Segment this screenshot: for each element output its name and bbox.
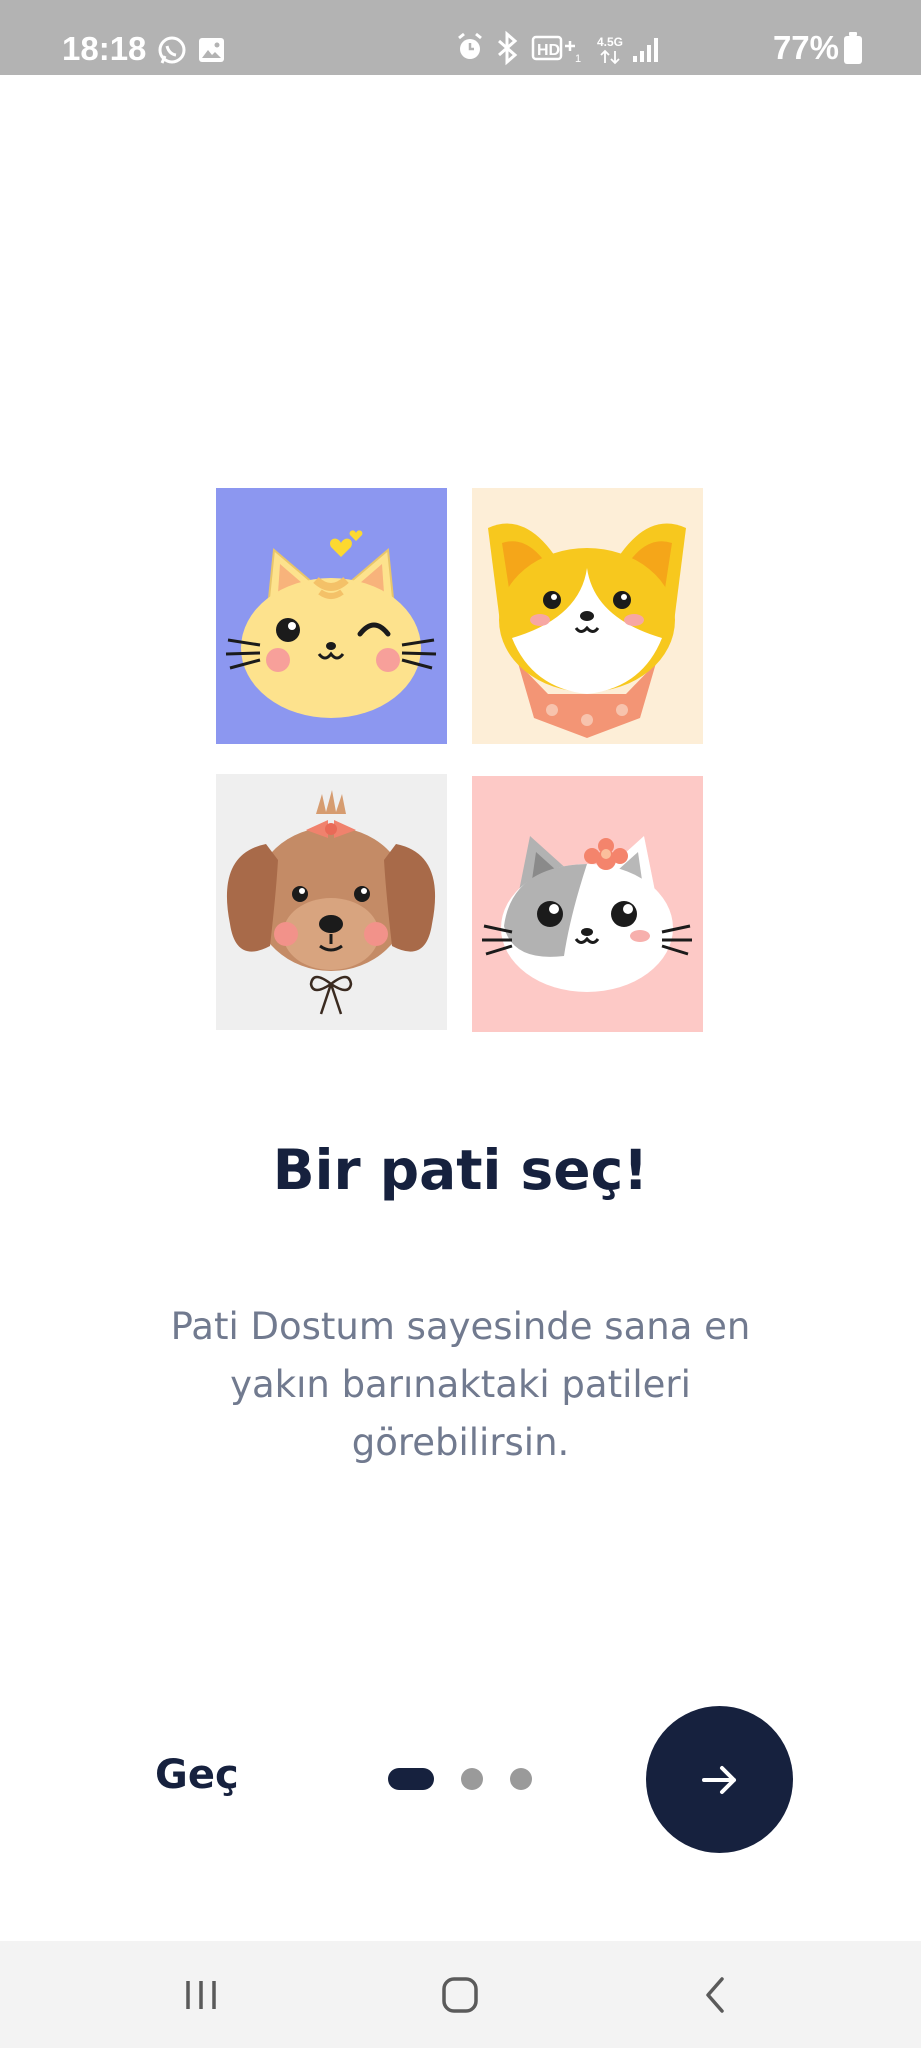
home-button[interactable] — [400, 1941, 520, 2048]
svg-text:4.5G: 4.5G — [597, 35, 623, 49]
recents-icon — [186, 1980, 216, 2009]
puppy-tile — [216, 774, 447, 1030]
yellow-cat-tile — [216, 488, 447, 744]
4-5g-icon: 4.5G — [597, 35, 623, 65]
signal-icon — [632, 38, 658, 62]
hd-plus-icon: HD 1 — [531, 35, 581, 65]
arrow-right-icon — [701, 1765, 736, 1794]
pet-illustration-grid — [216, 488, 705, 1032]
whatsapp-icon — [158, 36, 186, 64]
status-icons-left — [157, 34, 227, 70]
back-button[interactable] — [656, 1941, 776, 2048]
page-indicator — [388, 1768, 532, 1790]
back-icon — [706, 1976, 724, 2013]
grey-cat-tile — [472, 776, 703, 1032]
corgi-tile — [472, 488, 703, 744]
battery-icon — [844, 32, 862, 64]
grey-white-cat-illustration — [482, 836, 692, 992]
corgi-illustration — [488, 523, 686, 738]
yellow-cat-illustration — [225, 530, 437, 718]
onboarding-description: Pati Dostum sayesinde sana en yakın barı… — [170, 1305, 751, 1464]
svg-text:1: 1 — [575, 53, 581, 65]
alarm-icon — [458, 32, 482, 59]
gallery-icon — [199, 38, 224, 62]
home-icon — [442, 1976, 478, 2013]
onboarding-title: Bir pati seç! — [272, 1138, 649, 1202]
battery-percentage: 77% — [772, 29, 839, 66]
recents-button[interactable] — [141, 1941, 261, 2048]
system-navigation-bar — [0, 1941, 921, 2048]
page-dot-3 — [510, 1768, 532, 1790]
skip-button[interactable]: Geç — [155, 1752, 239, 1798]
page-dot-1-active — [388, 1768, 434, 1790]
status-time: 18:18 — [62, 30, 147, 67]
status-bar: 18:18 HD 1 4.5G 77% — [0, 0, 921, 75]
svg-text:HD: HD — [537, 42, 560, 59]
bluetooth-icon — [497, 30, 518, 66]
brown-puppy-illustration — [226, 790, 436, 1015]
page-dot-2 — [461, 1768, 483, 1790]
status-icons-right: HD 1 4.5G 77% — [455, 28, 863, 68]
next-button[interactable] — [646, 1706, 793, 1853]
